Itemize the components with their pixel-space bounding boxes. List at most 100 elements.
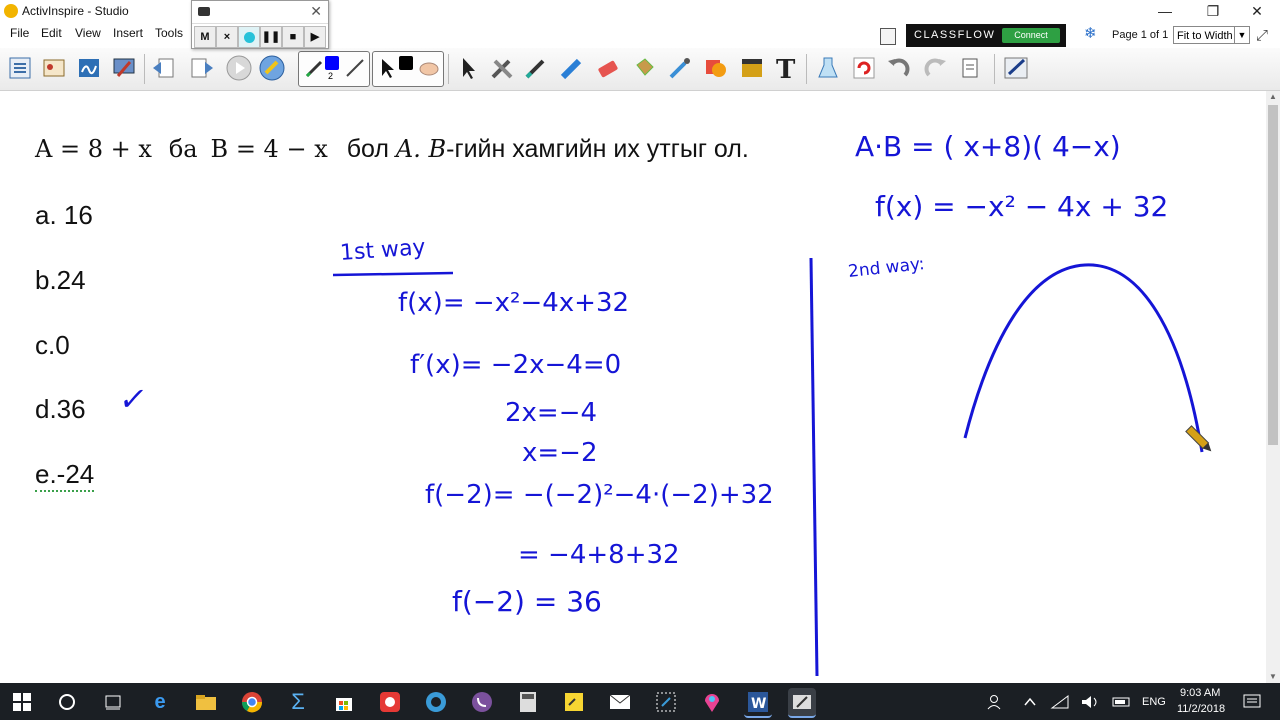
- play-icon[interactable]: [225, 54, 253, 82]
- question-expression-b: B = 4 − x: [210, 135, 328, 163]
- menu-view[interactable]: View: [75, 26, 101, 40]
- minimize-button[interactable]: —: [1142, 0, 1188, 22]
- dual-user-icon[interactable]: [258, 54, 286, 82]
- clock-date[interactable]: 11/2/2018: [1177, 703, 1225, 715]
- zoom-value: Fit to Width: [1177, 30, 1233, 42]
- zoom-select[interactable]: Fit to Width ▼: [1173, 26, 1250, 44]
- file-explorer-icon[interactable]: [192, 688, 220, 716]
- previous-page-icon[interactable]: [150, 54, 178, 82]
- eraser-icon[interactable]: [594, 54, 622, 82]
- first-way-line-1: f(x)= −x²−4x+32: [398, 288, 630, 318]
- scroll-down-icon[interactable]: ▼: [1266, 671, 1280, 683]
- fx-expression: f(x) = −x² − 4x + 32: [875, 190, 1169, 223]
- task-view-icon[interactable]: [99, 688, 127, 716]
- snowflake-icon[interactable]: ❄: [1084, 26, 1100, 42]
- signature-icon[interactable]: [75, 54, 103, 82]
- hand-icon[interactable]: [415, 54, 443, 82]
- recorder-x-button[interactable]: ×: [216, 26, 238, 48]
- chevron-down-icon[interactable]: ▼: [1234, 27, 1249, 43]
- svg-text:T: T: [776, 55, 796, 81]
- pen-color-swatch[interactable]: [325, 56, 339, 70]
- recorder-record-button[interactable]: [238, 26, 260, 48]
- volume-icon[interactable]: [1076, 688, 1104, 716]
- select-arrow-icon[interactable]: [373, 54, 401, 82]
- battery-icon[interactable]: [1108, 688, 1136, 716]
- notifications-icon[interactable]: [1238, 688, 1266, 716]
- edge-browser-icon[interactable]: e: [146, 688, 174, 716]
- svg-text:W: W: [751, 696, 766, 712]
- chrome-icon[interactable]: [238, 688, 266, 716]
- clapper-icon[interactable]: [738, 54, 766, 82]
- recorder-play-button[interactable]: ▶: [304, 26, 326, 48]
- recorder-close-icon[interactable]: ✕: [310, 3, 322, 20]
- recorder-m-button[interactable]: M: [194, 26, 216, 48]
- chevron-up-icon[interactable]: [1016, 688, 1044, 716]
- page-browser-icon[interactable]: [880, 28, 896, 45]
- windows-start-icon[interactable]: [8, 688, 36, 716]
- menu-tools[interactable]: Tools: [155, 26, 183, 40]
- menu-edit[interactable]: Edit: [41, 26, 62, 40]
- store-icon[interactable]: [330, 688, 358, 716]
- select-tool-group: [372, 51, 444, 87]
- next-page-icon[interactable]: [188, 54, 216, 82]
- question-word-bol: бол: [346, 135, 389, 163]
- answer-option-c: c.0: [35, 330, 70, 360]
- main-menu-icon[interactable]: [6, 54, 34, 82]
- first-way-line-5: f(−2)= −(−2)²−4·(−2)+32: [425, 480, 774, 510]
- menu-file[interactable]: File: [10, 26, 29, 40]
- scrollbar-thumb[interactable]: [1268, 105, 1278, 445]
- clear-icon[interactable]: [814, 54, 842, 82]
- recorder-pause-button[interactable]: ❚❚: [260, 26, 282, 48]
- customize-toolbox-icon[interactable]: [1002, 54, 1030, 82]
- tools-icon[interactable]: [488, 54, 516, 82]
- activinspire-taskbar-icon[interactable]: [788, 688, 816, 718]
- text-tool-icon[interactable]: T: [772, 54, 800, 82]
- undo-icon[interactable]: [884, 54, 912, 82]
- circle-app-icon[interactable]: [422, 688, 450, 716]
- highlighter-tool-icon[interactable]: [558, 54, 586, 82]
- reset-page-icon[interactable]: [850, 54, 878, 82]
- people-icon[interactable]: [982, 688, 1010, 716]
- pen-tool-icon[interactable]: [522, 54, 550, 82]
- color-picker-icon[interactable]: [666, 54, 694, 82]
- expand-icon[interactable]: ⤢: [1256, 27, 1268, 44]
- flipchart-page[interactable]: [0, 91, 1266, 683]
- restore-button[interactable]: ❐: [1190, 0, 1236, 22]
- recorder-stop-button[interactable]: ■: [282, 26, 304, 48]
- clock-time[interactable]: 9:03 AM: [1180, 687, 1220, 699]
- sigma-app-icon[interactable]: Σ: [284, 688, 312, 716]
- snipping-tool-icon[interactable]: [652, 688, 680, 716]
- redo-icon[interactable]: [922, 54, 950, 82]
- maps-pin-icon[interactable]: [698, 688, 726, 716]
- mail-icon[interactable]: [606, 688, 634, 716]
- page-indicator: Page 1 of 1: [1112, 29, 1169, 41]
- question-expression-a: A = 8 + x: [35, 135, 152, 163]
- classflow-connect-button[interactable]: Connect: [1002, 28, 1060, 43]
- pointer-icon[interactable]: [454, 54, 482, 82]
- question-word-ba: ба: [168, 135, 198, 163]
- first-way-line-2: f′(x)= −2x−4=0: [410, 350, 622, 380]
- search-icon[interactable]: [53, 688, 81, 716]
- highlighter-icon[interactable]: [341, 54, 369, 82]
- resource-browser-icon[interactable]: [40, 54, 68, 82]
- main-toolbar: 2 T: [0, 48, 1280, 91]
- close-button[interactable]: ✕: [1234, 0, 1280, 22]
- fill-bucket-icon[interactable]: [630, 54, 658, 82]
- page-notes-icon[interactable]: [956, 54, 984, 82]
- network-icon[interactable]: [1046, 688, 1074, 716]
- shape-icon[interactable]: [702, 54, 730, 82]
- word-icon[interactable]: W: [744, 688, 772, 718]
- calculator-icon[interactable]: [514, 688, 542, 716]
- menu-insert[interactable]: Insert: [113, 26, 143, 40]
- windows-taskbar: e Σ W ENG 9:03 AM 11/2/2018: [0, 683, 1280, 720]
- scroll-up-icon[interactable]: ▲: [1266, 91, 1280, 103]
- select-color-swatch[interactable]: [399, 56, 413, 70]
- first-way-line-3: 2x=−4: [505, 398, 598, 428]
- viber-icon[interactable]: [468, 688, 496, 716]
- red-app-icon[interactable]: [376, 688, 404, 716]
- language-indicator[interactable]: ENG: [1142, 696, 1166, 708]
- sticky-notes-icon[interactable]: [560, 688, 588, 716]
- vertical-scrollbar[interactable]: ▲ ▼: [1266, 91, 1280, 683]
- question-rest: -гийн хамгийн их утгыг ол.: [446, 135, 749, 163]
- desktop-annotate-icon[interactable]: [110, 54, 138, 82]
